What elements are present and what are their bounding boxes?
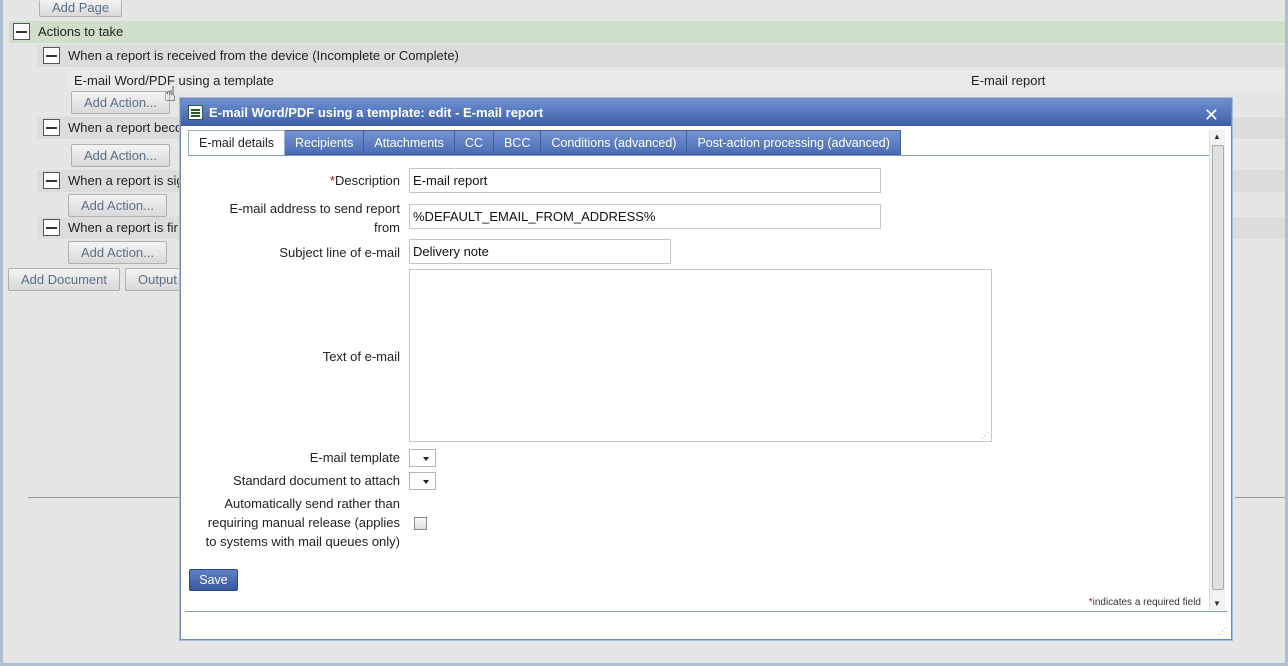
trigger-received: When a report is received from the devic… [68,48,459,63]
subject-field[interactable] [409,239,671,264]
from-address-field[interactable] [409,204,881,229]
email-text-label: Text of e-mail [322,349,400,364]
standard-document-label: Standard document to attach [233,473,400,488]
auto-send-checkbox[interactable] [414,517,427,530]
scroll-down-icon[interactable]: ▼ [1213,599,1221,608]
close-icon[interactable]: ✕ [1204,102,1219,129]
tab-bar: E-mail details Recipients Attachments CC… [188,130,901,156]
required-note: *indicates a required field [1088,597,1201,608]
standard-document-select[interactable] [409,472,436,490]
save-button[interactable]: Save [189,569,238,591]
add-action-button[interactable]: Add Action... [71,91,170,114]
footer-divider [185,611,1227,612]
tab-email-details[interactable]: E-mail details [188,130,286,156]
subject-label: Subject line of e-mail [279,245,400,260]
tab-bcc[interactable]: BCC [493,130,542,155]
add-page-button[interactable]: Add Page [39,0,123,17]
email-template-select[interactable] [409,449,436,467]
add-action-button[interactable]: Add Action... [68,194,167,217]
tab-divider [188,155,1211,156]
auto-send-label: Automatically send rather than requiring … [205,496,400,549]
collapse-icon[interactable] [43,119,60,136]
trigger-final: When a report is fir [68,220,178,235]
description-label: *Description [329,173,400,188]
add-action-button[interactable]: Add Action... [71,144,170,167]
add-document-button[interactable]: Add Document [8,268,120,291]
trigger-becomes: When a report beco [68,120,183,135]
trigger-signed: When a report is sig [68,173,184,188]
edit-action-dialog: E-mail Word/PDF using a template: edit -… [180,98,1232,640]
divider [1235,497,1285,498]
description-field[interactable] [409,168,881,193]
dialog-titlebar[interactable]: E-mail Word/PDF using a template: edit -… [181,99,1231,126]
collapse-icon[interactable] [43,219,60,236]
output-button[interactable]: Output f [125,268,185,291]
collapse-icon[interactable] [43,47,60,64]
email-template-label: E-mail template [309,450,400,465]
email-text-area[interactable]: ⋰ [409,269,992,442]
tab-recipients[interactable]: Recipients [285,130,365,155]
resize-grip-icon[interactable]: ⋰ [981,431,989,440]
divider [28,497,183,498]
add-action-button[interactable]: Add Action... [68,241,167,264]
tab-post-action[interactable]: Post-action processing (advanced) [687,130,901,155]
actions-header: Actions to take [38,24,124,39]
dialog-title: E-mail Word/PDF using a template: edit -… [209,105,544,120]
hand-cursor-icon: ☝ [164,84,177,106]
collapse-icon[interactable] [13,23,30,40]
tab-conditions[interactable]: Conditions (advanced) [541,130,688,155]
collapse-icon[interactable] [43,172,60,189]
actions-header-row [9,21,1285,43]
tab-attachments[interactable]: Attachments [364,130,455,155]
scroll-up-icon[interactable]: ▲ [1213,132,1221,141]
scrollbar-thumb[interactable] [1212,145,1224,590]
document-icon [188,105,203,120]
tab-cc[interactable]: CC [454,130,494,155]
from-address-label: E-mail address to send report from [229,201,400,235]
resize-handle-icon[interactable]: ⋰ [1218,626,1227,637]
action-row-value: E-mail report [971,73,1046,88]
vertical-scrollbar[interactable]: ▲ ▼ [1209,130,1225,610]
